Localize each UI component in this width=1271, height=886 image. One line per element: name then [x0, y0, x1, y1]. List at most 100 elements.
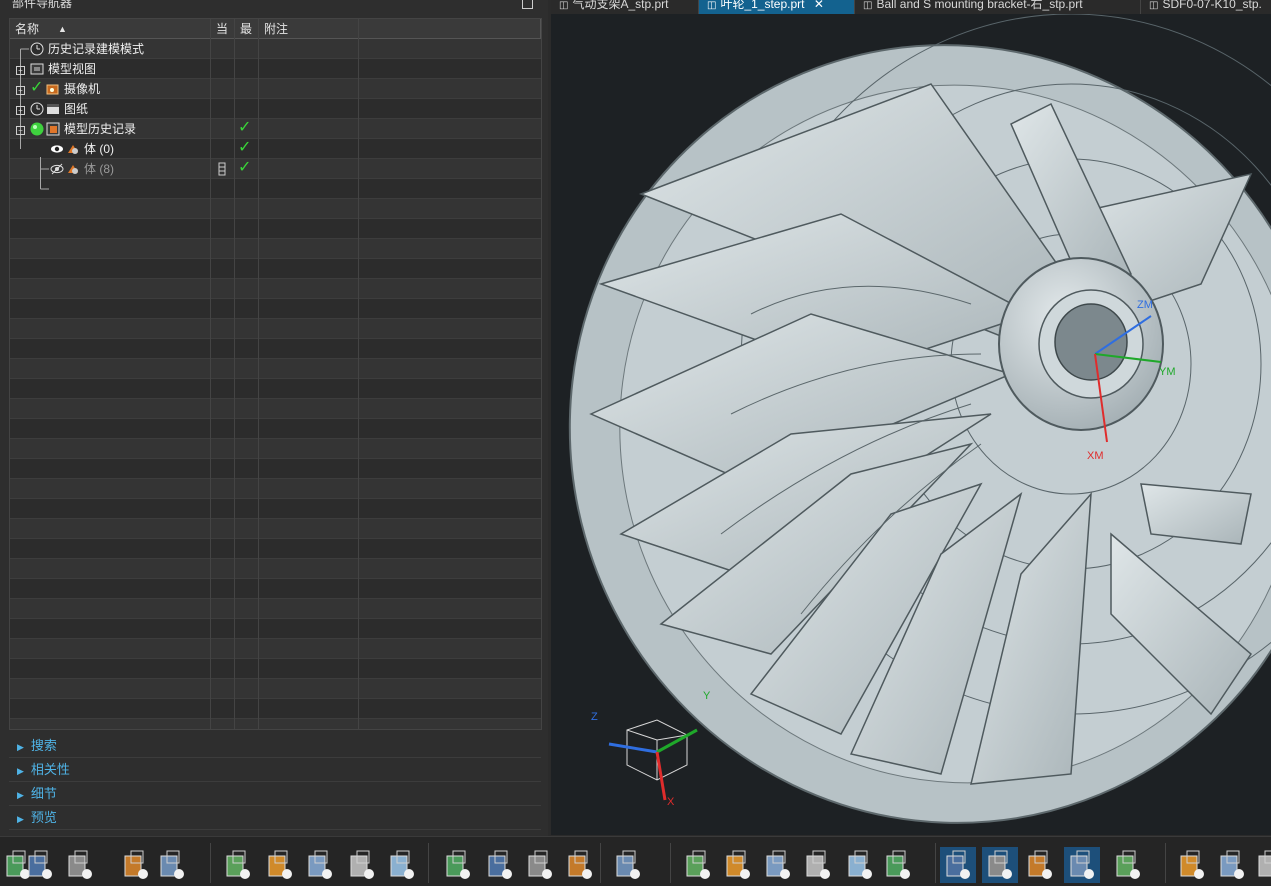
collapse-icon[interactable]: − — [16, 126, 25, 135]
eye-visible-icon[interactable] — [50, 142, 64, 156]
tree-row[interactable] — [10, 399, 541, 419]
tree-row[interactable] — [10, 539, 541, 559]
expand-icon[interactable]: + — [16, 106, 25, 115]
generate-toolpath-icon[interactable] — [680, 847, 710, 883]
tree-row[interactable] — [10, 679, 541, 699]
create-tool-icon-2[interactable] — [220, 847, 250, 883]
tree-row[interactable] — [10, 559, 541, 579]
tree-row[interactable] — [10, 439, 541, 459]
part-navigator-panel: 部件导航器 名称 ▲ 当 最 附注 历史记录建模模式 + 模型视图 + ✓ 摄像… — [0, 0, 548, 836]
simulate-icon[interactable] — [800, 847, 830, 883]
checkmark-icon: ✓ — [30, 79, 44, 96]
expand-triangle-icon: ▶ — [17, 742, 24, 752]
program-icon[interactable] — [118, 847, 148, 883]
display-sort-icon-2[interactable] — [154, 847, 184, 883]
tree-node-drawings[interactable]: 图纸 — [64, 99, 88, 119]
operation-list-icon[interactable] — [610, 847, 640, 883]
toolbar-separator — [935, 843, 936, 883]
tree-node-body-8[interactable]: 体 (8) — [84, 159, 114, 179]
tab-mounting-bracket[interactable]: ◫ Ball and S mounting bracket-右_stp.prt — [855, 0, 1141, 14]
toolbar-separator — [1165, 843, 1166, 883]
tree-row[interactable] — [10, 699, 541, 719]
datum-xm-label: XM — [1087, 450, 1104, 462]
cavity-mill-icon[interactable] — [482, 847, 512, 883]
column-name-header[interactable]: 名称 ▲ — [10, 19, 211, 39]
tree-node-cameras[interactable]: 摄像机 — [64, 79, 100, 99]
replay-icon[interactable] — [760, 847, 790, 883]
tree-node-history-mode[interactable]: 历史记录建模模式 — [48, 39, 144, 59]
tree-row[interactable] — [10, 639, 541, 659]
model-history-icon — [46, 122, 60, 136]
method-view-icon[interactable] — [1064, 847, 1100, 883]
section-search[interactable]: ▶ 搜索 — [9, 734, 541, 758]
tree-row[interactable] — [10, 339, 541, 359]
tab-pneumatic-bracket[interactable]: ◫ 气动支架A_stp.prt — [551, 0, 699, 14]
latest-checkmark-icon: ✓ — [238, 119, 252, 136]
column-empty-header — [359, 19, 541, 39]
section-dependencies[interactable]: ▶ 相关性 — [9, 758, 541, 782]
tree-row[interactable] — [10, 579, 541, 599]
geometry-view-icon[interactable] — [1022, 847, 1052, 883]
maximize-icon[interactable] — [522, 0, 533, 9]
view-triad[interactable] — [587, 690, 717, 820]
orient-icon[interactable] — [22, 847, 52, 883]
tree-row[interactable] — [10, 259, 541, 279]
up-arrow-icon[interactable] — [1174, 847, 1204, 883]
tree-row[interactable] — [10, 379, 541, 399]
tab-impeller[interactable]: ◫ 叶轮_1_step.prt ✕ — [699, 0, 855, 14]
tree-row[interactable] — [10, 459, 541, 479]
tree-row[interactable] — [10, 239, 541, 259]
tree-row[interactable] — [10, 279, 541, 299]
tree-row[interactable] — [10, 199, 541, 219]
column-note-header[interactable]: 附注 — [259, 19, 359, 39]
tree-row[interactable] — [10, 619, 541, 639]
body-feature-icon — [66, 142, 80, 156]
tree-row[interactable] — [10, 659, 541, 679]
tree-row[interactable] — [10, 299, 541, 319]
zlevel-icon[interactable] — [522, 847, 552, 883]
tree-node-model-history[interactable]: 模型历史记录 — [64, 119, 136, 139]
tree-row[interactable] — [10, 719, 541, 729]
tree-row[interactable] — [10, 219, 541, 239]
column-latest-header[interactable]: 最 — [235, 19, 259, 39]
layer-icon[interactable] — [1214, 847, 1244, 883]
close-icon[interactable]: ✕ — [814, 0, 824, 11]
graphics-viewport[interactable]: ZM YM XM Z Y X — [551, 14, 1271, 835]
section-details[interactable]: ▶ 细节 — [9, 782, 541, 806]
tree-node-model-views[interactable]: 模型视图 — [48, 59, 96, 79]
machine-tool-view-icon[interactable] — [982, 847, 1018, 883]
tree-row[interactable] — [10, 499, 541, 519]
eye-hidden-icon[interactable] — [50, 162, 64, 176]
create-operation-icon[interactable] — [302, 847, 332, 883]
post-process-icon[interactable] — [842, 847, 872, 883]
tree-row[interactable] — [10, 519, 541, 539]
column-current-header[interactable]: 当 — [211, 19, 235, 39]
column-divider — [358, 19, 359, 729]
tree-row[interactable] — [10, 319, 541, 339]
display-sort-icon[interactable] — [62, 847, 92, 883]
tab-sdf0[interactable]: ◫ SDF0-07-K10_stp. — [1141, 0, 1271, 14]
feature-icon[interactable] — [440, 847, 470, 883]
section-preview[interactable]: ▶ 预览 — [9, 806, 541, 830]
tree-row[interactable] — [10, 479, 541, 499]
tree-row[interactable] — [10, 359, 541, 379]
tree-row[interactable] — [10, 599, 541, 619]
navigator-tree[interactable]: 名称 ▲ 当 最 附注 历史记录建模模式 + 模型视图 + ✓ 摄像机 + 图纸… — [9, 18, 542, 730]
verify-icon[interactable] — [720, 847, 750, 883]
program-order-view-icon[interactable] — [940, 847, 976, 883]
create-program-icon[interactable] — [384, 847, 414, 883]
expand-icon[interactable]: + — [16, 86, 25, 95]
expand-icon[interactable]: + — [16, 66, 25, 75]
down-arrow-icon[interactable] — [1252, 847, 1271, 883]
tree-row[interactable] — [10, 419, 541, 439]
tree-node-body-0[interactable]: 体 (0) — [84, 139, 114, 159]
toolbar-separator — [670, 843, 671, 883]
create-geometry-icon[interactable] — [262, 847, 292, 883]
create-method-icon[interactable] — [344, 847, 374, 883]
tab-label: Ball and S mounting bracket-右_stp.prt — [876, 0, 1083, 11]
contour-icon[interactable] — [562, 847, 592, 883]
shop-docs-icon[interactable] — [880, 847, 910, 883]
datum-zm-label: ZM — [1137, 299, 1153, 311]
tool-icon[interactable] — [1110, 847, 1140, 883]
triad-z-label: Z — [591, 711, 598, 723]
